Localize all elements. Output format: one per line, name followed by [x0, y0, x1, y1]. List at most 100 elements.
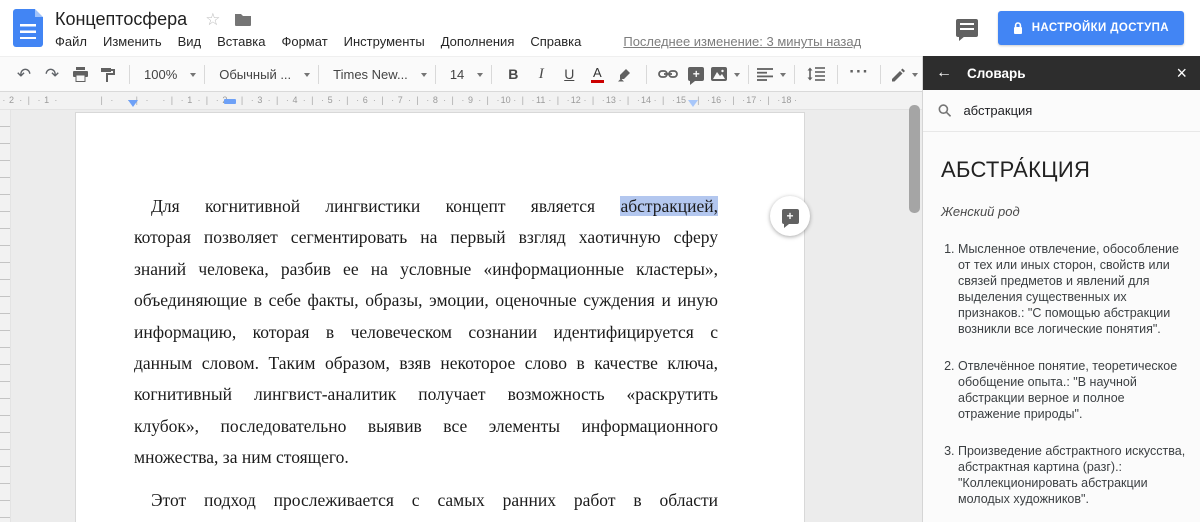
- line-spacing-button[interactable]: [803, 61, 829, 87]
- document-scrollbar[interactable]: [909, 105, 920, 213]
- left-indent-marker[interactable]: [128, 100, 138, 107]
- redo-icon: ↷: [45, 66, 59, 83]
- doc-line: которая позволяет сегментировать на перв…: [134, 222, 718, 253]
- dictionary-gender: Женский род: [941, 204, 1186, 219]
- insert-link-button[interactable]: [655, 61, 681, 87]
- print-icon: [72, 67, 89, 82]
- add-comment-button[interactable]: +: [770, 196, 810, 236]
- underline-button[interactable]: U: [556, 61, 582, 87]
- menu-item[interactable]: Дополнения: [441, 34, 515, 49]
- ruler-number: 7: [383, 95, 418, 105]
- add-comment-button-toolbar[interactable]: +: [683, 61, 709, 87]
- ruler-cell: |··11: [523, 92, 558, 110]
- definition-item: Произведение абстрактного искусства, абс…: [958, 443, 1186, 507]
- paint-format-button[interactable]: [95, 61, 121, 87]
- docs-logo-fold: [35, 9, 43, 17]
- menu-item[interactable]: Файл: [55, 34, 87, 49]
- ruler-number: 17: [734, 95, 769, 105]
- ruler-cell: |··17: [734, 92, 769, 110]
- app-header: Концептосфера ☆ Файл Изменить Вид Вставка Фо…: [0, 0, 1200, 56]
- image-icon: [711, 67, 727, 81]
- close-icon[interactable]: ×: [1176, 64, 1187, 82]
- ruler-cell: |··7: [383, 92, 418, 110]
- align-left-icon: [757, 68, 773, 81]
- share-button-label: НАСТРОЙКИ ДОСТУПА: [1032, 22, 1169, 34]
- menu-item[interactable]: Вид: [178, 34, 202, 49]
- ruler-cell: |··18: [769, 92, 804, 110]
- back-arrow-icon[interactable]: ←: [936, 65, 952, 81]
- toolbar-separator: [435, 65, 436, 84]
- font-size-select[interactable]: 14: [444, 61, 483, 87]
- chevron-down-icon: [912, 73, 918, 80]
- doc-text[interactable]: Для когнитивной лингвистики концепт явля…: [76, 113, 804, 516]
- ruler-cell: |··9: [453, 92, 488, 110]
- comments-button[interactable]: [956, 19, 978, 37]
- font-select[interactable]: Times New...: [327, 61, 427, 87]
- styles-value: Обычный ...: [213, 67, 297, 82]
- ruler-cell: |··12: [558, 92, 593, 110]
- lock-icon: [1013, 22, 1023, 35]
- menu-item[interactable]: Вставка: [217, 34, 265, 49]
- dictionary-panel: ← Словарь × АБСТРА́КЦИЯ Женский род Мысл…: [922, 56, 1200, 522]
- menu-item[interactable]: Формат: [281, 34, 327, 49]
- more-options-button[interactable]: ···: [846, 61, 872, 87]
- chevron-down-icon: [421, 73, 427, 80]
- ruler-number: 6: [348, 95, 383, 105]
- dictionary-search-input[interactable]: [963, 103, 1185, 118]
- ruler-cell: |··1: [172, 92, 207, 110]
- align-button[interactable]: [757, 61, 786, 87]
- search-icon: [938, 103, 951, 118]
- ruler-cell: |··2: [0, 92, 29, 110]
- folder-icon[interactable]: [234, 13, 252, 26]
- styles-select[interactable]: Обычный ...: [213, 61, 310, 87]
- star-icon[interactable]: ☆: [205, 11, 220, 28]
- document-title[interactable]: Концептосфера: [55, 9, 187, 30]
- ruler-cell: |··14: [628, 92, 663, 110]
- last-edit-link[interactable]: Последнее изменение: 3 минуты назад: [623, 34, 861, 49]
- share-button[interactable]: НАСТРОЙКИ ДОСТУПА: [998, 11, 1184, 45]
- doc-line: данным словом. Таким образом, взяв некот…: [134, 348, 718, 379]
- horizontal-ruler[interactable]: |··2|··1 |··|··|··1|··2|··3|··4|··5|··6|…: [0, 92, 922, 110]
- toolbar-separator: [491, 65, 492, 84]
- editing-mode-button[interactable]: [889, 61, 918, 87]
- document-canvas: Для когнитивной лингвистики концепт явля…: [0, 110, 922, 522]
- docs-logo-icon[interactable]: [13, 9, 43, 47]
- toolbar: ↶ ↷ 100% Обычный ... Times New... 14 B I…: [0, 56, 922, 92]
- chevron-down-icon: [734, 73, 740, 80]
- ruler-number: 13: [593, 95, 628, 105]
- text-color-button[interactable]: A: [584, 61, 610, 87]
- ruler-number: 2: [0, 95, 29, 105]
- more-icon: ···: [849, 63, 869, 86]
- undo-button[interactable]: ↶: [11, 61, 37, 87]
- google-docs-app: Концептосфера ☆ Файл Изменить Вид Вставка Фо…: [0, 0, 1200, 522]
- ruler-tick: |: [101, 95, 103, 105]
- ruler-cell: |··3: [242, 92, 277, 110]
- panel-title: Словарь: [967, 66, 1176, 81]
- doc-line: когнитивный лингвист-аналитик получает в…: [134, 379, 718, 410]
- menu-item[interactable]: Справка: [530, 34, 581, 49]
- add-comment-icon: +: [782, 209, 799, 224]
- doc-line: множества, за ним стоящего.: [134, 442, 718, 473]
- vertical-ruler: [0, 110, 11, 522]
- redo-button[interactable]: ↷: [39, 61, 65, 87]
- menu-item[interactable]: Инструменты: [344, 34, 425, 49]
- undo-icon: ↶: [17, 66, 31, 83]
- italic-button[interactable]: I: [528, 61, 554, 87]
- document-page[interactable]: Для когнитивной лингвистики концепт явля…: [75, 112, 805, 522]
- pencil-icon: [889, 66, 905, 82]
- highlight-color-button[interactable]: [612, 61, 638, 87]
- font-size-value: 14: [444, 67, 470, 82]
- text-color-icon: A: [591, 66, 604, 83]
- print-button[interactable]: [67, 61, 93, 87]
- zoom-select[interactable]: 100%: [138, 61, 196, 87]
- menu-item[interactable]: Изменить: [103, 34, 162, 49]
- right-indent-marker[interactable]: [688, 100, 698, 107]
- insert-image-button[interactable]: [711, 61, 740, 87]
- menu-bar: Файл Изменить Вид Вставка Формат Инструменты Д…: [55, 34, 944, 49]
- toolbar-separator: [129, 65, 130, 84]
- dictionary-panel-header: ← Словарь ×: [923, 56, 1200, 90]
- ruler-cell: |··1: [29, 92, 64, 110]
- first-line-indent-marker[interactable]: [224, 99, 236, 104]
- ruler-cell: |··13: [593, 92, 628, 110]
- bold-button[interactable]: B: [500, 61, 526, 87]
